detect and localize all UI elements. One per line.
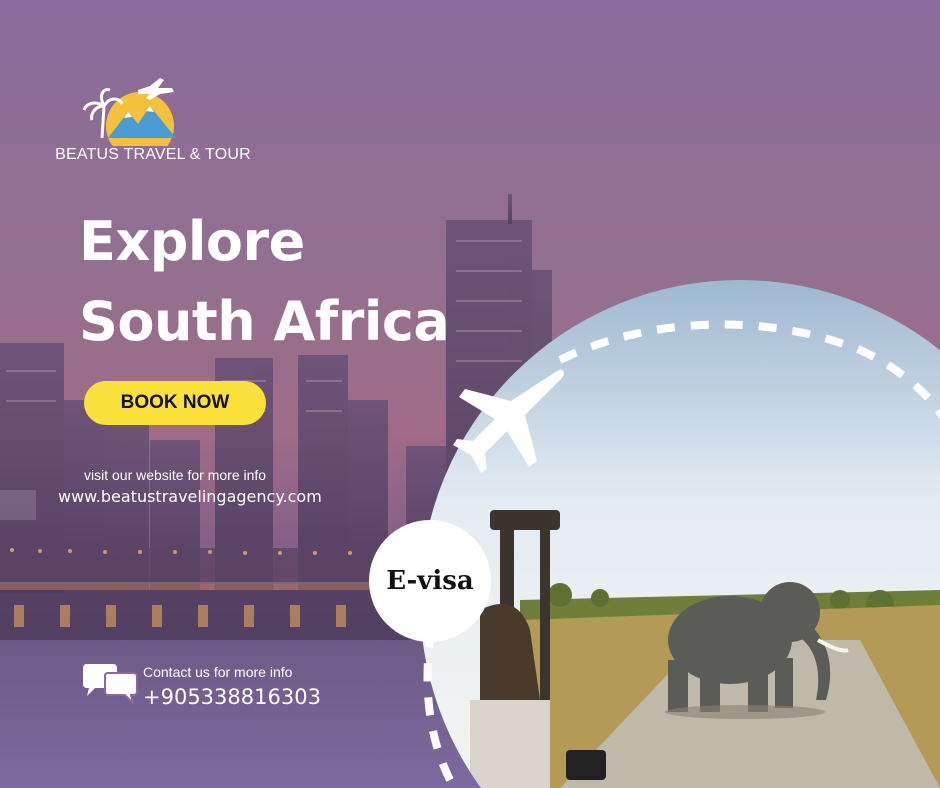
website-link[interactable]: www.beatustravelingagency.com <box>58 487 322 506</box>
contact-note: Contact us for more info <box>143 664 293 680</box>
brand-name: BEATUS TRAVEL & TOUR <box>55 146 251 163</box>
e-visa-badge: E-visa <box>369 520 491 642</box>
headline: Explore South Africa <box>79 202 450 362</box>
palm-mountain-plane-logo <box>82 78 176 146</box>
chat-bubbles-icon <box>83 664 138 704</box>
headline-line-1: Explore <box>79 210 305 273</box>
phone-number[interactable]: +905338816303 <box>143 685 321 709</box>
headline-line-2: South Africa <box>79 290 450 353</box>
travel-poster: E-visa BEATUS TRAVEL & TOUR Explore Sout… <box>0 0 940 788</box>
e-visa-label: E-visa <box>386 566 474 596</box>
book-now-button[interactable]: BOOK NOW <box>84 381 266 425</box>
airplane-icon <box>453 369 564 473</box>
website-note: visit our website for more info <box>84 467 267 483</box>
